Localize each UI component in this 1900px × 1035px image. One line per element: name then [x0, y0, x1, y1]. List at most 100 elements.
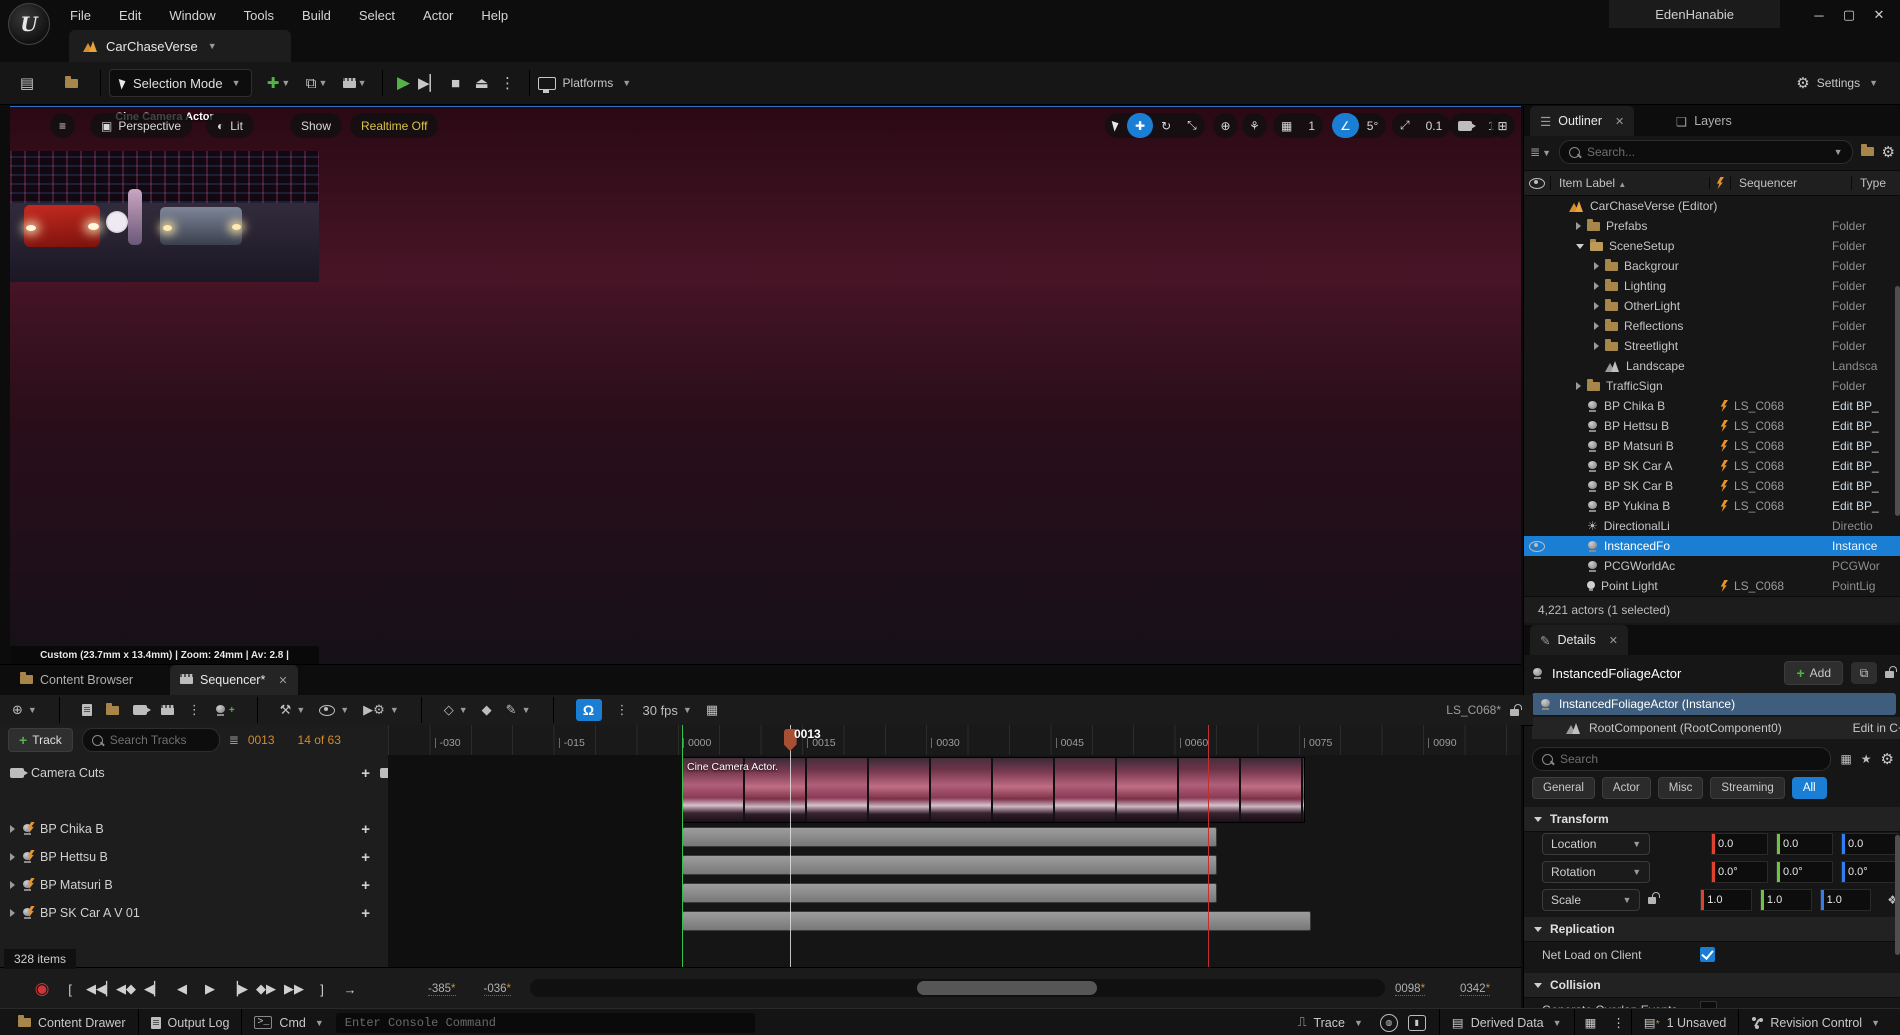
details-search-input[interactable]: Search	[1532, 747, 1832, 771]
expand-arrow-icon[interactable]	[1576, 222, 1581, 230]
search-input[interactable]: Search... ▼	[1558, 140, 1853, 164]
scale-x-field[interactable]: 1.0	[1700, 889, 1752, 911]
add-actor-button[interactable]: ✚ ▼	[266, 70, 292, 96]
add-section-button[interactable]: +	[361, 765, 370, 782]
lock-icon[interactable]	[1885, 665, 1897, 681]
column-sequencer-icon[interactable]	[1709, 177, 1730, 189]
loop-button[interactable]: →	[338, 982, 362, 997]
location-x-field[interactable]: 0.0	[1710, 833, 1768, 855]
auto-key-icon[interactable]: ◆	[482, 702, 492, 718]
keyframe-options-dropdown[interactable]: ◇ ▼	[444, 702, 468, 718]
track-filter-icon[interactable]: ≣	[229, 733, 239, 747]
expand-arrow-icon[interactable]	[1594, 342, 1599, 350]
current-frame-value[interactable]: 0013	[248, 733, 275, 747]
add-section-button[interactable]: +	[361, 877, 370, 894]
close-icon[interactable]: ✕	[1609, 634, 1618, 647]
visibility-eye-icon[interactable]	[1524, 540, 1550, 552]
stats-icon[interactable]: ▮	[1407, 1014, 1426, 1031]
view-range-start[interactable]: -385*	[428, 983, 456, 996]
menu-select[interactable]: Select	[345, 0, 409, 30]
menu-help[interactable]: Help	[467, 0, 522, 30]
sequencer-track-camera-cuts[interactable]: Camera Cuts +	[0, 761, 398, 785]
menu-build[interactable]: Build	[288, 0, 345, 30]
playhead-line[interactable]	[789, 725, 791, 967]
component-row-root[interactable]: RootComponent (RootComponent0) Edit in C…	[1532, 717, 1900, 739]
outliner-row[interactable]: Point Light LS_C068 PointLig	[1524, 576, 1900, 596]
scale-tool[interactable]: ⤡	[1179, 113, 1205, 138]
add-actor-to-sequencer-icon[interactable]: +	[215, 704, 235, 716]
outliner-row[interactable]: BP Hettsu B LS_C068 Edit BP_	[1524, 416, 1900, 436]
revision-control-dropdown[interactable]: Revision Control ▼	[1739, 1009, 1892, 1035]
add-folder-icon[interactable]	[1860, 144, 1874, 159]
outliner-row[interactable]: BP Chika B LS_C068 Edit BP_	[1524, 396, 1900, 416]
outliner-row[interactable]: Backgrour Folder	[1524, 256, 1900, 276]
cmd-dropdown[interactable]: >_ Cmd ▼	[242, 1009, 335, 1035]
expand-arrow-icon[interactable]	[1576, 243, 1584, 249]
sequencer-track-actor[interactable]: BP Matsuri B +	[0, 873, 398, 897]
more-dots-icon[interactable]: ⋮	[1606, 1009, 1631, 1035]
trace-dropdown[interactable]: ⎍ Trace ▼	[1286, 1009, 1375, 1035]
skip-button[interactable]: ▶▏	[417, 70, 443, 96]
browse-asset-icon[interactable]	[105, 702, 119, 715]
edit-bp-link[interactable]: Edit BP_	[1832, 439, 1879, 453]
scale-snap-toggle[interactable]: ⤢	[1392, 113, 1418, 138]
surface-snapping-toggle[interactable]: ⚘	[1242, 113, 1267, 138]
record-button[interactable]: ◉	[30, 979, 54, 999]
snap-toggle[interactable]: Ω	[575, 699, 602, 721]
play-options-dots[interactable]: ⋮	[495, 70, 521, 96]
show-dropdown[interactable]: Show	[290, 113, 343, 138]
play-button[interactable]: ▶	[391, 70, 417, 96]
track-section-bar[interactable]	[682, 911, 1311, 931]
expand-arrow-icon[interactable]	[1594, 282, 1599, 290]
settings-dropdown[interactable]: ⚙ Settings ▼	[1796, 74, 1878, 92]
outliner-row[interactable]: Streetlight Folder	[1524, 336, 1900, 356]
outliner-row[interactable]: Reflections Folder	[1524, 316, 1900, 336]
track-section-bar[interactable]	[682, 827, 1217, 847]
camera-cuts-filmstrip[interactable]: Cine Camera Actor.	[682, 757, 1305, 823]
lock-icon[interactable]	[1510, 704, 1522, 716]
outliner-row[interactable]: BP Matsuri B LS_C068 Edit BP_	[1524, 436, 1900, 456]
outliner-row[interactable]: SceneSetup Folder	[1524, 236, 1900, 256]
track-section-bar[interactable]	[682, 855, 1217, 875]
tab-details[interactable]: ✎ Details ✕	[1530, 625, 1628, 655]
derived-data-dropdown[interactable]: ▤ Derived Data ▼	[1440, 1009, 1574, 1035]
eject-button[interactable]: ⏏	[469, 70, 495, 96]
prev-shot-button[interactable]: ◀◀▏	[86, 981, 116, 997]
display-options-icon[interactable]: ▦	[1840, 752, 1851, 766]
cinematics-button[interactable]: ▼	[342, 70, 368, 96]
tab-outliner[interactable]: ☰ Outliner ✕	[1530, 106, 1635, 136]
timeline-scrollbar-thumb[interactable]	[917, 981, 1097, 995]
sequencer-settings-dropdown[interactable]: ⚒ ▼	[280, 702, 306, 718]
section-replication[interactable]: Replication	[1524, 917, 1900, 942]
sequencer-track-actor[interactable]: BP SK Car A V 01 +	[0, 901, 398, 925]
outliner-row[interactable]: Prefabs Folder	[1524, 216, 1900, 236]
view-range-end[interactable]: 0342*	[1460, 983, 1491, 996]
outliner-row[interactable]: TrafficSign Folder	[1524, 376, 1900, 396]
create-asset-icon[interactable]	[81, 704, 92, 716]
edit-bp-link[interactable]: Edit BP_	[1832, 499, 1879, 513]
close-icon[interactable]: ✕	[1615, 115, 1624, 128]
edit-bp-link[interactable]: Edit BP_	[1832, 479, 1879, 493]
filter-icon[interactable]: ≣ ▼	[1530, 145, 1551, 159]
playback-options-dropdown[interactable]: ▶⚙ ▼	[363, 702, 399, 718]
column-item-label[interactable]: Item Label ▲	[1550, 176, 1709, 190]
platforms-dropdown[interactable]: Platforms ▼	[537, 76, 631, 93]
add-track-button[interactable]: + Track	[8, 728, 73, 752]
rotation-z-field[interactable]: 0.0°	[1840, 861, 1898, 883]
camera-speed-icon[interactable]	[1450, 113, 1480, 138]
fps-dropdown[interactable]: 30 fps ▼	[643, 703, 692, 718]
level-viewport[interactable]: YMCH	[10, 106, 1521, 665]
lit-mode-dropdown[interactable]: ◐ Lit	[206, 113, 254, 138]
next-key-button[interactable]: ◆▶	[254, 981, 278, 997]
add-section-button[interactable]: +	[361, 849, 370, 866]
expand-arrow-icon[interactable]	[10, 909, 15, 917]
play-reverse-button[interactable]: ◀	[170, 981, 194, 997]
prev-frame-button[interactable]: ◀▏	[142, 981, 166, 997]
world-dropdown[interactable]: ⊕ ▼	[12, 702, 37, 718]
column-sequencer[interactable]: Sequencer	[1730, 176, 1851, 190]
menu-edit[interactable]: Edit	[105, 0, 155, 30]
rotation-snap-toggle[interactable]: ∠	[1332, 113, 1359, 138]
select-tool[interactable]	[1105, 113, 1127, 138]
camera-icon[interactable]	[132, 705, 151, 715]
outliner-row[interactable]: ☀ DirectionalLi Directio	[1524, 516, 1900, 536]
